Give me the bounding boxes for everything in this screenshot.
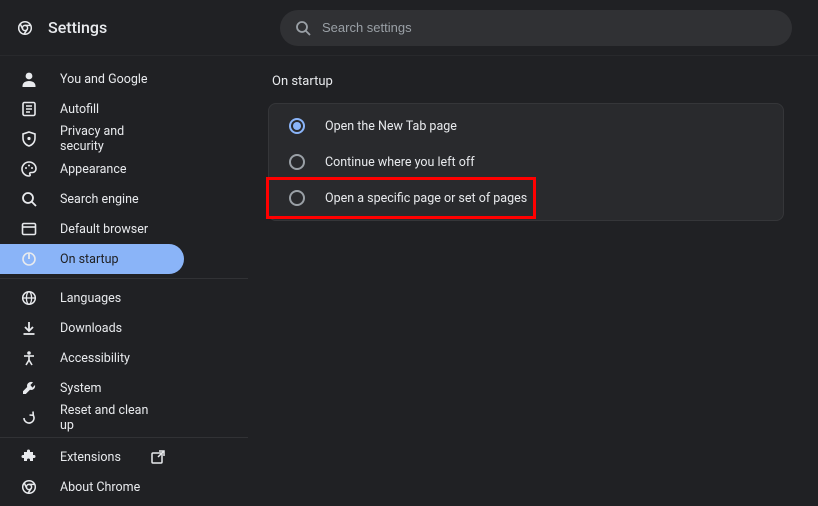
chrome-logo-icon bbox=[16, 19, 34, 37]
top-bar: Settings bbox=[0, 0, 818, 56]
radio-label: Open a specific page or set of pages bbox=[325, 191, 527, 206]
search-input[interactable] bbox=[322, 20, 778, 35]
sidebar-item-label: Search engine bbox=[60, 192, 139, 207]
radio-button[interactable] bbox=[289, 118, 305, 134]
sidebar-item-languages[interactable]: Languages bbox=[0, 283, 184, 313]
chrome-icon bbox=[20, 478, 38, 496]
settings-sidebar: You and Google Autofill Privacy and securi… bbox=[0, 56, 248, 506]
sidebar-item-reset-and-clean-up[interactable]: Reset and clean up bbox=[0, 403, 184, 433]
sidebar-item-label: About Chrome bbox=[60, 480, 140, 495]
sidebar-item-appearance[interactable]: Appearance bbox=[0, 154, 184, 184]
sidebar-item-label: System bbox=[60, 381, 101, 396]
sidebar-item-system[interactable]: System bbox=[0, 373, 184, 403]
reset-icon bbox=[20, 409, 38, 427]
sidebar-item-downloads[interactable]: Downloads bbox=[0, 313, 184, 343]
startup-option-open-a-specific-page-or-set-of-pages[interactable]: Open a specific page or set of pages bbox=[269, 180, 783, 216]
sidebar-item-label: Autofill bbox=[60, 102, 99, 117]
power-icon bbox=[20, 250, 38, 268]
sidebar-item-label: On startup bbox=[60, 252, 118, 267]
person-icon bbox=[20, 70, 38, 88]
sidebar-item-label: Appearance bbox=[60, 162, 127, 177]
sidebar-item-default-browser[interactable]: Default browser bbox=[0, 214, 184, 244]
sidebar-item-label: Privacy and security bbox=[60, 124, 164, 154]
app-title-wrap: Settings bbox=[16, 18, 280, 37]
sidebar-item-label: Accessibility bbox=[60, 351, 130, 366]
radio-label: Continue where you left off bbox=[325, 155, 475, 170]
main-content: On startup Open the New Tab page Continue… bbox=[248, 56, 818, 506]
browser-icon bbox=[20, 220, 38, 238]
page-title: Settings bbox=[48, 18, 107, 37]
sidebar-item-search-engine[interactable]: Search engine bbox=[0, 184, 184, 214]
search-field-wrap[interactable] bbox=[280, 10, 792, 46]
globe-icon bbox=[20, 289, 38, 307]
wrench-icon bbox=[20, 379, 38, 397]
sidebar-item-label: Default browser bbox=[60, 222, 148, 237]
palette-icon bbox=[20, 160, 38, 178]
external-link-icon bbox=[149, 448, 167, 466]
sidebar-item-extensions[interactable]: Extensions bbox=[0, 442, 184, 472]
startup-options-card: Open the New Tab page Continue where you … bbox=[268, 103, 784, 221]
sidebar-item-label: Reset and clean up bbox=[60, 403, 164, 433]
sidebar-item-privacy-and-security[interactable]: Privacy and security bbox=[0, 124, 184, 154]
accessibility-icon bbox=[20, 349, 38, 367]
sidebar-item-autofill[interactable]: Autofill bbox=[0, 94, 184, 124]
radio-label: Open the New Tab page bbox=[325, 119, 457, 134]
sidebar-item-accessibility[interactable]: Accessibility bbox=[0, 343, 184, 373]
extension-icon bbox=[20, 448, 38, 466]
radio-button[interactable] bbox=[289, 154, 305, 170]
startup-option-continue-where-you-left-off[interactable]: Continue where you left off bbox=[269, 144, 783, 180]
download-icon bbox=[20, 319, 38, 337]
autofill-icon bbox=[20, 100, 38, 118]
shield-icon bbox=[20, 130, 38, 148]
sidebar-item-you-and-google[interactable]: You and Google bbox=[0, 64, 184, 94]
sidebar-item-label: Downloads bbox=[60, 321, 122, 336]
search-icon bbox=[20, 190, 38, 208]
sidebar-item-about-chrome[interactable]: About Chrome bbox=[0, 472, 184, 502]
radio-button[interactable] bbox=[289, 190, 305, 206]
section-title: On startup bbox=[272, 74, 798, 89]
sidebar-item-on-startup[interactable]: On startup bbox=[0, 244, 184, 274]
sidebar-item-label: Languages bbox=[60, 291, 121, 306]
sidebar-item-label: You and Google bbox=[60, 72, 148, 87]
search-icon bbox=[294, 19, 312, 37]
startup-option-open-the-new-tab-page[interactable]: Open the New Tab page bbox=[269, 108, 783, 144]
sidebar-item-label: Extensions bbox=[60, 450, 121, 465]
